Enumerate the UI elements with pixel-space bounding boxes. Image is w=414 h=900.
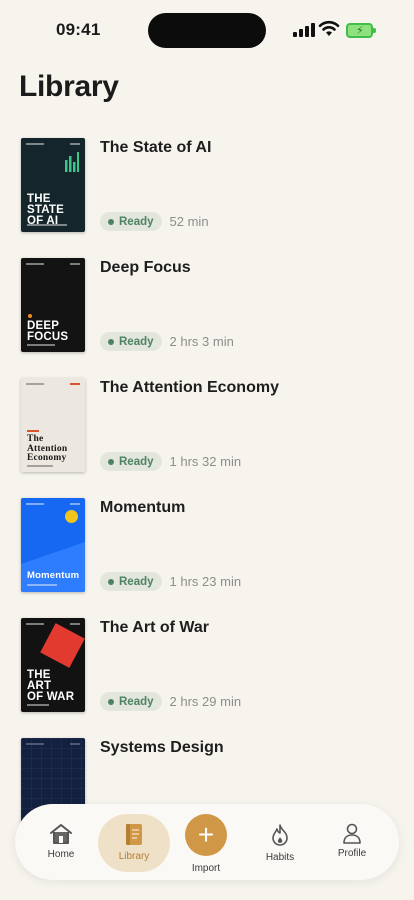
cellular-signal-icon <box>293 23 315 37</box>
book-duration: 2 hrs 29 min <box>169 694 242 709</box>
tab-label: Habits <box>265 852 295 863</box>
cover-text: FOCUS <box>27 330 69 343</box>
tab-import[interactable]: + Import <box>181 804 231 880</box>
book-cover: DEEP FOCUS <box>21 258 85 352</box>
book-cover: THE ART OF WAR <box>21 618 85 712</box>
book-title: Momentum <box>100 499 186 516</box>
person-icon <box>343 823 361 844</box>
book-meta: Ready 1 hrs 23 min <box>100 572 241 591</box>
tab-library[interactable]: Library <box>114 804 154 880</box>
status-bar: 09:41 ⚡ <box>0 0 414 62</box>
page-title: Library <box>19 70 119 103</box>
book-meta: Ready 2 hrs 29 min <box>100 692 241 711</box>
tab-profile[interactable]: Profile <box>334 804 370 880</box>
wifi-icon <box>318 20 340 36</box>
bar-chart-icon <box>65 152 79 172</box>
book-title: Deep Focus <box>100 259 191 276</box>
tab-label: Import <box>191 863 221 874</box>
book-meta: Ready 1 hrs 32 min <box>100 452 241 471</box>
status-badge: Ready <box>100 332 162 351</box>
book-cover: THE STATE OF AI <box>21 138 85 232</box>
book-cover: Momentum <box>21 498 85 592</box>
tab-home[interactable]: Home <box>45 804 77 880</box>
status-badge: Ready <box>100 452 162 471</box>
tab-habits[interactable]: Habits <box>260 804 300 880</box>
tab-bar: Home Library + Import Habits Profile <box>15 804 399 880</box>
book-icon <box>126 824 142 845</box>
book-title: Systems Design <box>100 739 224 756</box>
plus-icon: + <box>185 814 227 856</box>
home-icon <box>50 824 72 844</box>
book-cover: The Attention Economy <box>21 378 85 472</box>
book-title: The Art of War <box>100 619 210 636</box>
book-duration: 2 hrs 3 min <box>169 334 234 349</box>
book-row[interactable]: THE STATE OF AI The State of AI Ready 52… <box>0 132 414 232</box>
book-duration: 52 min <box>169 214 209 229</box>
book-duration: 1 hrs 23 min <box>169 574 242 589</box>
cover-text: Momentum <box>27 570 80 581</box>
dynamic-island <box>148 13 266 48</box>
book-title: The Attention Economy <box>100 379 279 396</box>
book-meta: Ready 52 min <box>100 212 209 231</box>
tab-label: Home <box>47 849 75 860</box>
status-badge: Ready <box>100 692 162 711</box>
tab-label: Profile <box>337 848 367 859</box>
tab-label: Library <box>118 851 150 862</box>
book-row[interactable]: Momentum Momentum Ready 1 hrs 23 min <box>0 492 414 592</box>
cover-text: Economy <box>27 453 67 463</box>
cover-text: OF WAR <box>27 690 75 703</box>
book-title: The State of AI <box>100 139 212 156</box>
book-row[interactable]: THE ART OF WAR The Art of War Ready 2 hr… <box>0 612 414 712</box>
book-duration: 1 hrs 32 min <box>169 454 242 469</box>
book-row[interactable]: The Attention Economy The Attention Econ… <box>0 372 414 472</box>
battery-charging-icon: ⚡ <box>346 23 376 38</box>
book-row[interactable]: DEEP FOCUS Deep Focus Ready 2 hrs 3 min <box>0 252 414 352</box>
status-badge: Ready <box>100 212 162 231</box>
book-meta: Ready 2 hrs 3 min <box>100 332 234 351</box>
flame-icon <box>272 824 288 846</box>
status-badge: Ready <box>100 572 162 591</box>
status-time: 09:41 <box>56 20 101 39</box>
